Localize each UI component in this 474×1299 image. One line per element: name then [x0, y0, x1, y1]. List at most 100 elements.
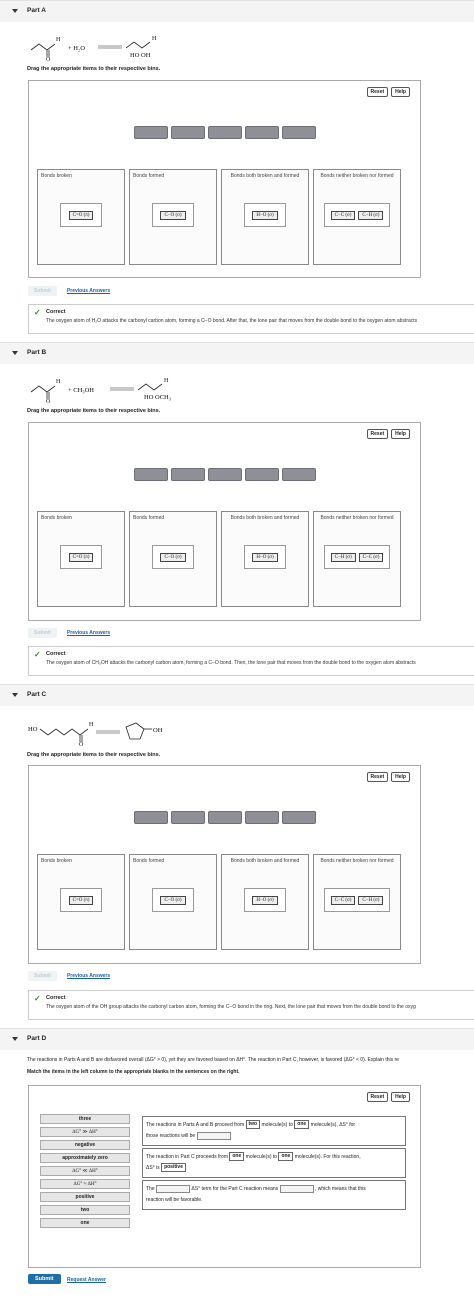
submit-button[interactable]: Submit: [28, 628, 57, 638]
reset-button[interactable]: Reset: [366, 1092, 389, 1102]
part-b-header[interactable]: Part B: [0, 342, 474, 364]
sentence-text: The reaction in Part C proceeds from: [146, 1154, 228, 1160]
empty-blank[interactable]: [279, 1184, 314, 1193]
bin-bonds-formed[interactable]: Bonds formed C−O (σ): [129, 511, 217, 607]
reset-button[interactable]: Reset: [366, 772, 389, 782]
drag-drop-panel: Reset Help Bonds broken C=O (π) Bonds fo…: [28, 765, 421, 964]
empty-slot[interactable]: [282, 468, 316, 481]
option-item[interactable]: ΔG° ≫ ΔH°: [40, 1127, 130, 1137]
svg-text:OH: OH: [153, 727, 163, 734]
feedback-title: Correct: [46, 309, 66, 315]
bin-bonds-broken[interactable]: Bonds broken C=O (π): [37, 854, 125, 950]
part-d-header[interactable]: Part D: [0, 1028, 474, 1050]
help-button[interactable]: Help: [391, 772, 410, 782]
empty-slot[interactable]: [208, 468, 242, 481]
bond-tile[interactable]: C=O (π): [68, 210, 94, 220]
bin-bonds-broken[interactable]: Bonds broken C=O (π): [37, 169, 125, 265]
previous-answers-link[interactable]: Previous Answers: [67, 288, 110, 294]
bin-bonds-both[interactable]: Bonds both broken and formed H−O (σ): [221, 169, 309, 265]
bin-label: Bonds neither broken nor formed: [320, 858, 394, 864]
svg-text:+ CH₃OH: + CH₃OH: [68, 387, 94, 394]
bin-bonds-neither[interactable]: Bonds neither broken nor formed C−H (σ) …: [313, 511, 401, 607]
bin-bonds-both[interactable]: Bonds both broken and formed H−O (σ): [221, 854, 309, 950]
bond-tile[interactable]: C−C (σ): [330, 210, 356, 220]
instruction: Drag the appropriate items to their resp…: [27, 408, 161, 414]
previous-answers-link[interactable]: Previous Answers: [67, 630, 110, 636]
option-item[interactable]: negative: [40, 1140, 130, 1150]
bin-bonds-neither[interactable]: Bonds neither broken nor formed C−C (σ) …: [313, 169, 401, 265]
empty-slot[interactable]: [282, 126, 316, 139]
bond-tile[interactable]: C−C (σ): [330, 895, 356, 905]
empty-slot[interactable]: [282, 811, 316, 824]
bin-bonds-both[interactable]: Bonds both broken and formed H−O (σ): [221, 511, 309, 607]
caret-down-icon: [12, 1037, 18, 1041]
feedback-box: ✓ Correct The oxygen atom of CH₃OH attac…: [28, 646, 474, 676]
bond-tile[interactable]: C−H (σ): [330, 552, 356, 562]
empty-slot[interactable]: [245, 811, 279, 824]
option-item[interactable]: two: [40, 1205, 130, 1215]
empty-slot[interactable]: [208, 811, 242, 824]
bin-bonds-neither[interactable]: Bonds neither broken nor formed C−C (σ) …: [313, 854, 401, 950]
svg-text:H: H: [152, 36, 157, 42]
sentence-text: molecule(s). ΔS° for: [310, 1122, 356, 1128]
reaction-scheme: O H + CH₃OH H HO OCH₃: [30, 378, 171, 404]
part-a-header[interactable]: Part A: [0, 0, 474, 22]
filled-blank[interactable]: one: [294, 1120, 310, 1130]
bond-tile[interactable]: C=O (π): [68, 552, 94, 562]
empty-slot[interactable]: [245, 468, 279, 481]
sentence-text: molecule(s). For this reaction,: [294, 1154, 361, 1160]
bond-tile[interactable]: C−O (σ): [160, 552, 186, 562]
empty-slot[interactable]: [171, 126, 205, 139]
bond-tile[interactable]: C−H (σ): [358, 210, 384, 220]
previous-answers-link[interactable]: Previous Answers: [67, 973, 110, 979]
option-item[interactable]: positive: [40, 1192, 130, 1202]
empty-slot[interactable]: [134, 126, 168, 139]
filled-blank[interactable]: two: [245, 1120, 261, 1130]
submit-button[interactable]: Submit: [28, 286, 57, 296]
reset-button[interactable]: Reset: [366, 429, 389, 439]
bond-tile[interactable]: C−O (σ): [160, 895, 186, 905]
checkmark-icon: ✓: [34, 650, 41, 659]
bin-bonds-broken[interactable]: Bonds broken C=O (π): [37, 511, 125, 607]
filled-blank[interactable]: positive: [161, 1163, 186, 1173]
bond-tile[interactable]: C−O (σ): [160, 210, 186, 220]
bin-bonds-formed[interactable]: Bonds formed C−O (σ): [129, 169, 217, 265]
empty-slot[interactable]: [208, 126, 242, 139]
help-button[interactable]: Help: [391, 87, 410, 97]
option-item[interactable]: ΔG° ≈ ΔH°: [40, 1179, 130, 1189]
bond-tile[interactable]: H−O (σ): [252, 210, 278, 220]
empty-slot[interactable]: [134, 468, 168, 481]
bin-bonds-formed[interactable]: Bonds formed C−O (σ): [129, 854, 217, 950]
empty-slot[interactable]: [171, 811, 205, 824]
empty-slot[interactable]: [171, 468, 205, 481]
part-title: Part D: [27, 1035, 47, 1042]
bond-tile[interactable]: H−O (σ): [252, 895, 278, 905]
bond-tile[interactable]: C=O (π): [68, 895, 94, 905]
help-button[interactable]: Help: [391, 429, 410, 439]
option-item[interactable]: ΔG° ≪ ΔH°: [40, 1166, 130, 1176]
filled-blank[interactable]: one: [229, 1152, 245, 1162]
bond-tile[interactable]: C−C (σ): [358, 552, 384, 562]
empty-blank[interactable]: [156, 1184, 191, 1193]
submit-button[interactable]: Submit: [28, 971, 57, 981]
feedback-text: The oxygen atom of H₂O attacks the carbo…: [46, 318, 418, 324]
svg-text:O: O: [46, 399, 51, 404]
bond-tile[interactable]: C−H (σ): [358, 895, 384, 905]
reset-button[interactable]: Reset: [366, 87, 389, 97]
part-c-header[interactable]: Part C: [0, 684, 474, 706]
option-item[interactable]: three: [40, 1114, 130, 1124]
help-button[interactable]: Help: [391, 1092, 410, 1102]
svg-text:H: H: [164, 378, 169, 384]
option-item[interactable]: one: [40, 1218, 130, 1228]
bond-tile[interactable]: H−O (σ): [252, 552, 278, 562]
empty-slot[interactable]: [245, 126, 279, 139]
svg-text:HO OH: HO OH: [130, 52, 151, 59]
submit-button[interactable]: Submit: [28, 1274, 61, 1284]
filled-blank[interactable]: one: [278, 1152, 294, 1162]
empty-blank[interactable]: [196, 1131, 231, 1140]
empty-slot[interactable]: [134, 811, 168, 824]
sentence-text: molecule(s) to: [261, 1122, 293, 1128]
request-answer-link[interactable]: Request Answer: [67, 1277, 106, 1283]
option-item[interactable]: approximately zero: [40, 1153, 130, 1163]
part-title: Part B: [27, 349, 47, 356]
